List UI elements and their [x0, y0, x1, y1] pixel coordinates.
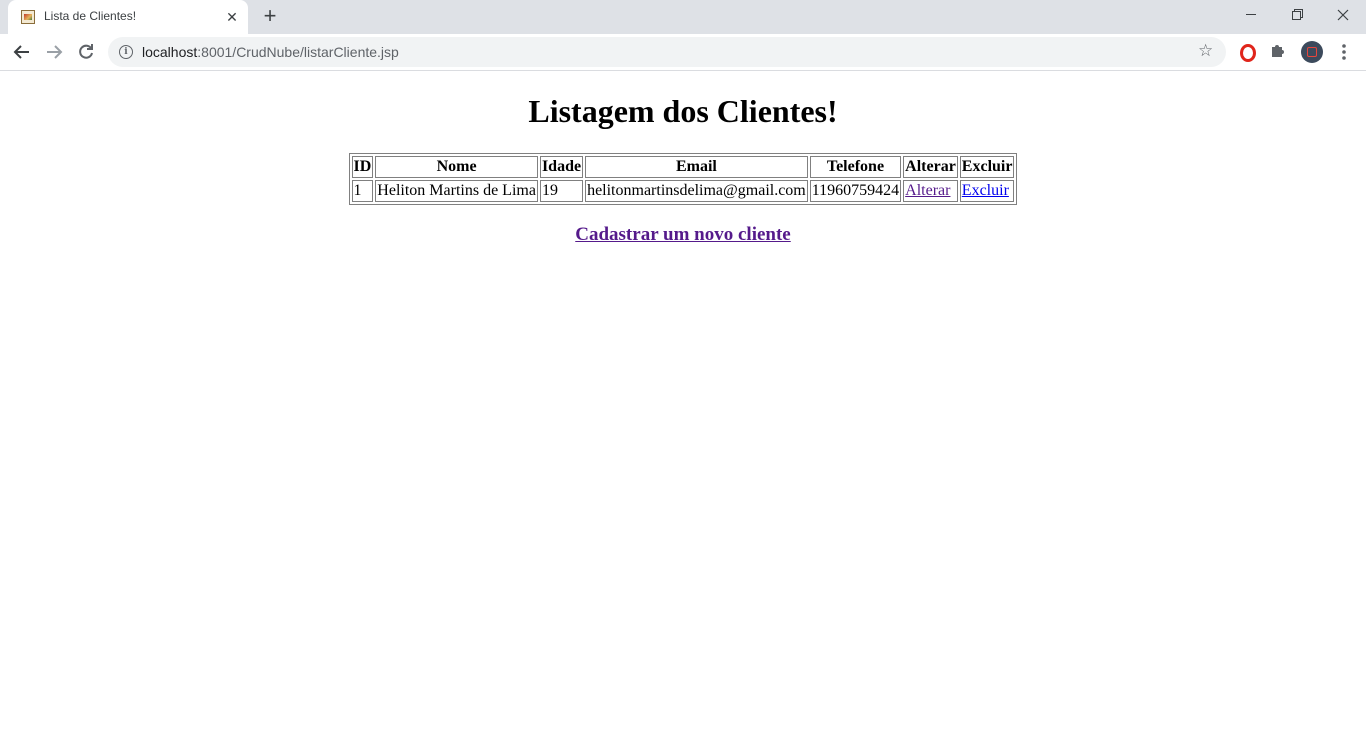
reload-icon	[79, 44, 93, 59]
forward-button[interactable]	[40, 38, 68, 66]
close-tab-icon[interactable]: ✕	[222, 7, 242, 27]
column-header-idade: Idade	[539, 156, 584, 178]
puzzle-icon	[1272, 45, 1284, 57]
tab-strip: Lista de Clientes! ✕ +	[0, 0, 1366, 34]
new-tab-button[interactable]: +	[258, 5, 282, 29]
more-vert-icon	[1342, 44, 1346, 60]
page-content: Listagem dos Clientes! ID Nome Idade Ema…	[0, 71, 1366, 246]
arrow-left-icon	[13, 45, 29, 59]
browser-toolbar: i localhost:8001/CrudNube/listarCliente.…	[0, 34, 1366, 71]
column-header-alterar: Alterar	[903, 156, 958, 178]
cell-id: 1	[351, 180, 374, 202]
cell-nome: Heliton Martins de Lima	[375, 180, 538, 202]
page-title: Listagem dos Clientes!	[528, 93, 838, 129]
minimize-window-button[interactable]	[1228, 0, 1274, 30]
url-host: localhost	[142, 44, 198, 60]
opera-extension-icon[interactable]	[1240, 44, 1256, 62]
tab-active[interactable]: Lista de Clientes! ✕	[8, 0, 248, 34]
arrow-right-icon	[47, 45, 63, 59]
restore-window-button[interactable]	[1274, 0, 1320, 30]
extensions-puzzle-icon[interactable]	[1270, 42, 1286, 63]
site-info-icon[interactable]: i	[119, 45, 133, 59]
table-row: 1 Heliton Martins de Lima 19 helitonmart…	[351, 180, 1015, 202]
url-path: :8001/CrudNube/listarCliente.jsp	[197, 44, 399, 60]
column-header-excluir: Excluir	[959, 156, 1015, 178]
reload-button[interactable]	[72, 38, 100, 66]
column-header-id: ID	[351, 156, 374, 178]
column-header-telefone: Telefone	[809, 156, 902, 178]
cell-email: helitonmartinsdelima@gmail.com	[585, 180, 808, 202]
address-bar[interactable]: i localhost:8001/CrudNube/listarCliente.…	[108, 37, 1226, 67]
browser-menu-button[interactable]	[1336, 40, 1352, 64]
close-window-button[interactable]	[1320, 0, 1366, 30]
close-icon	[1337, 9, 1349, 21]
new-client-link[interactable]: Cadastrar um novo cliente	[575, 224, 791, 246]
cell-alterar: Alterar	[903, 180, 958, 202]
url-text[interactable]: localhost:8001/CrudNube/listarCliente.js…	[142, 44, 399, 60]
bookmark-star-icon[interactable]: ☆	[1198, 41, 1213, 61]
tab-title: Lista de Clientes!	[44, 9, 137, 23]
excluir-link[interactable]: Excluir	[962, 182, 1009, 199]
table-header-row: ID Nome Idade Email Telefone Alterar Exc…	[351, 156, 1015, 178]
cell-excluir: Excluir	[959, 180, 1015, 202]
back-button[interactable]	[8, 38, 36, 66]
column-header-nome: Nome	[375, 156, 538, 178]
alterar-link[interactable]: Alterar	[905, 182, 950, 199]
clients-table: ID Nome Idade Email Telefone Alterar Exc…	[348, 153, 1018, 205]
cell-idade: 19	[539, 180, 584, 202]
profile-avatar[interactable]	[1301, 41, 1323, 63]
cell-telefone: 11960759424	[809, 180, 902, 202]
column-header-email: Email	[585, 156, 808, 178]
page-favicon-icon	[21, 10, 35, 24]
